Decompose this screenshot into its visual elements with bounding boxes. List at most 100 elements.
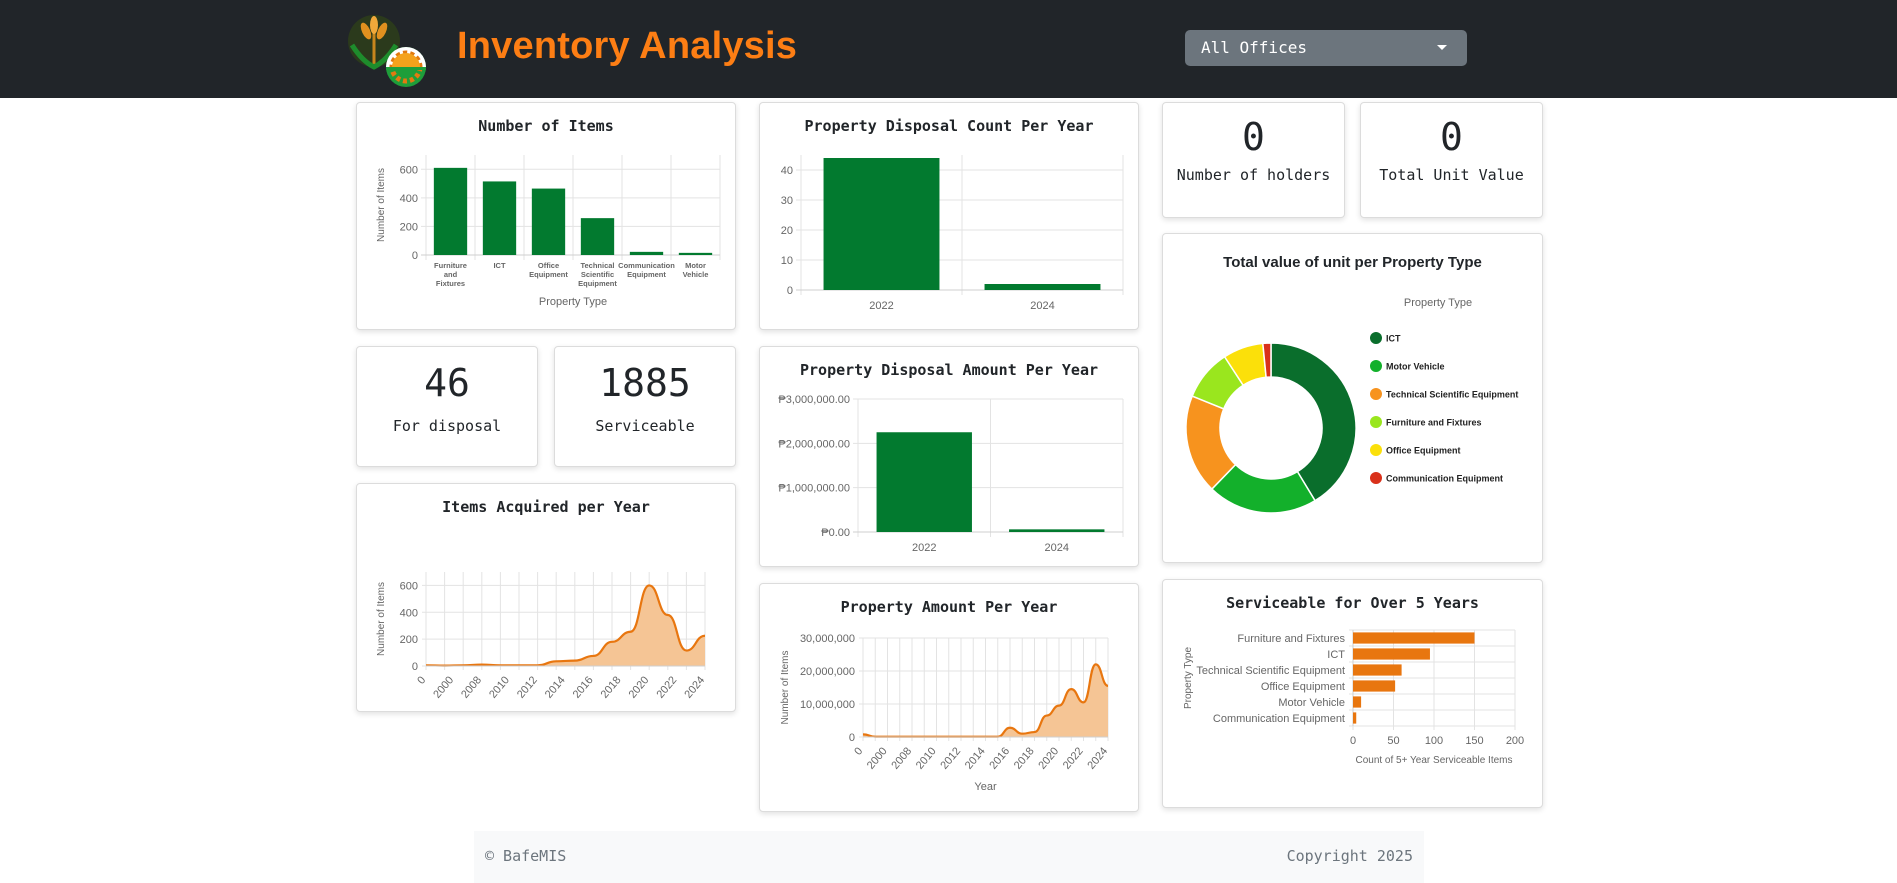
y-axis-label: Number of Items bbox=[376, 582, 387, 656]
y-axis-label: Number of Items bbox=[376, 168, 387, 242]
items-acquired-chart: 02004006000 2000 2008 2010 2012 2014 2016 2018 2… bbox=[376, 572, 707, 701]
page-title: Inventory Analysis bbox=[457, 25, 798, 67]
y-tick-label: Furniture and Fixtures bbox=[1237, 633, 1345, 645]
y-tick-label: ICT bbox=[1327, 649, 1345, 661]
x-tick-label: Motor bbox=[685, 261, 706, 270]
disposal-amount-card: Property Disposal Amount Per Year ₱0.00 ₱… bbox=[759, 346, 1139, 567]
x-tick-label: 2010 bbox=[487, 674, 512, 700]
number-of-items-title: Number of Items bbox=[478, 117, 614, 135]
for-disposal-label: For disposal bbox=[392, 417, 502, 435]
number-of-items-chart: 0200400600FurnitureandFixturesICT OfficeE… bbox=[376, 155, 721, 308]
for-disposal-value: 46 bbox=[424, 361, 470, 405]
legend-swatch bbox=[1370, 332, 1382, 344]
bar bbox=[580, 218, 615, 255]
y-axis-label: Property Type bbox=[1183, 647, 1194, 710]
x-tick-label: 2024 bbox=[1030, 300, 1054, 312]
x-tick-label: 2008 bbox=[459, 674, 484, 700]
caret-down-icon bbox=[1437, 45, 1447, 50]
x-tick-label: 2020 bbox=[627, 674, 652, 700]
x-tick-label: 2022 bbox=[1061, 745, 1086, 771]
x-tick-label: 2020 bbox=[1036, 745, 1061, 771]
x-tick-label: 2024 bbox=[1045, 542, 1069, 554]
x-tick-label: 2022 bbox=[912, 542, 936, 554]
total-unit-value: 0 bbox=[1440, 115, 1463, 159]
x-tick-label: 0 bbox=[415, 674, 428, 686]
unit-value-by-type-title: Total value of unit per Property Type bbox=[1223, 254, 1482, 271]
disposal-count-card: Property Disposal Count Per Year 0 10 20 30… bbox=[759, 102, 1139, 330]
x-tick-label: 2010 bbox=[914, 745, 939, 771]
holders-label: Number of holders bbox=[1176, 166, 1331, 184]
y-tick-label: ₱0.00 bbox=[821, 527, 850, 539]
x-tick-label: 2000 bbox=[431, 674, 456, 700]
bar bbox=[1353, 680, 1396, 692]
legend-label: Motor Vehicle bbox=[1386, 362, 1445, 372]
x-tick-label: 2000 bbox=[865, 745, 890, 771]
legend-title: Property Type bbox=[1404, 297, 1472, 309]
serviceable-5-years-card: Serviceable for Over 5 Years 0 50 100 150 20… bbox=[1162, 579, 1543, 808]
bar bbox=[1353, 696, 1362, 708]
bar bbox=[531, 188, 566, 255]
x-tick-label: 2014 bbox=[543, 674, 568, 700]
serviceable-5-years-chart: 0 50 100 150 200 Furniture and Fixtures ICT Tec… bbox=[1183, 629, 1524, 766]
disposal-amount-chart: ₱0.00 ₱1,000,000.00 ₱2,000,000.00 ₱3,000,00… bbox=[778, 394, 1124, 554]
x-tick-label: ICT bbox=[493, 261, 506, 270]
serviceable-5-years-title: Serviceable for Over 5 Years bbox=[1226, 594, 1479, 612]
y-tick-label: 40 bbox=[781, 165, 793, 177]
x-tick-label: 100 bbox=[1425, 735, 1443, 747]
number-of-items-card: Number of Items 0 200 400 600 Furniture and Fi… bbox=[356, 102, 736, 330]
items-acquired-title: Items Acquired per Year bbox=[442, 498, 650, 516]
y-tick-label: Technical Scientific Equipment bbox=[1196, 665, 1345, 677]
x-tick-label: 2016 bbox=[571, 674, 596, 700]
x-tick-label: Fixtures bbox=[436, 279, 465, 288]
serviceable-value: 1885 bbox=[599, 361, 691, 405]
y-tick-label: 30 bbox=[781, 195, 793, 207]
bar bbox=[823, 158, 940, 290]
serviceable-card: 1885 Serviceable bbox=[554, 346, 736, 467]
office-filter-select[interactable]: All Offices bbox=[1185, 30, 1467, 66]
y-tick-label: 10,000,000 bbox=[800, 699, 855, 711]
property-amount-card: Property Amount Per Year 0 10,000,000 20,0… bbox=[759, 583, 1139, 812]
legend-swatch bbox=[1370, 388, 1382, 400]
unit-value-by-type-chart: Property Type ICT Motor Vehicle Technical S… bbox=[1185, 297, 1518, 514]
y-tick-label: 200 bbox=[400, 221, 418, 233]
disposal-count-chart: 0 10 20 30 40 2022 2024 bbox=[781, 155, 1124, 312]
y-tick-label: 30,000,000 bbox=[800, 633, 855, 645]
navbar: Inventory Analysis All Offices bbox=[0, 0, 1897, 98]
holders-value: 0 bbox=[1242, 115, 1265, 159]
x-tick-label: Office bbox=[538, 261, 559, 270]
footer-copyright: Copyright 2025 bbox=[1286, 847, 1413, 865]
bar bbox=[1353, 648, 1430, 660]
x-tick-label: 2018 bbox=[599, 674, 624, 700]
x-tick-label: 2012 bbox=[938, 745, 963, 771]
footer-brand: © BafeMIS bbox=[485, 847, 567, 865]
bar bbox=[433, 167, 468, 255]
x-tick-label: 0 bbox=[1350, 735, 1356, 747]
x-tick-label: Vehicle bbox=[683, 270, 709, 279]
agency-logo bbox=[348, 15, 426, 87]
y-tick-label: 400 bbox=[400, 607, 418, 619]
y-tick-label: ₱2,000,000.00 bbox=[778, 438, 850, 450]
legend-label: Technical Scientific Equipment bbox=[1386, 390, 1518, 400]
x-tick-label: 2024 bbox=[682, 674, 707, 700]
x-axis-label: Property Type bbox=[539, 296, 607, 308]
disposal-count-title: Property Disposal Count Per Year bbox=[804, 117, 1094, 135]
disposal-amount-title: Property Disposal Amount Per Year bbox=[799, 361, 1098, 379]
property-amount-title: Property Amount Per Year bbox=[840, 598, 1058, 616]
y-tick-label: Office Equipment bbox=[1261, 681, 1345, 693]
x-tick-label: 2008 bbox=[889, 745, 914, 771]
x-tick-label: Equipment bbox=[627, 270, 666, 279]
bar bbox=[678, 252, 713, 255]
legend-swatch bbox=[1370, 444, 1382, 456]
y-tick-label: 600 bbox=[400, 164, 418, 176]
unit-value-by-type-card: Total value of unit per Property Type Pr… bbox=[1162, 233, 1543, 563]
x-tick-label: 2022 bbox=[654, 674, 679, 700]
property-amount-chart: 010,000,00020,000,00030,000,0000 2000 2008… bbox=[780, 633, 1110, 793]
x-tick-label: Furniture bbox=[434, 261, 467, 270]
legend-label: Communication Equipment bbox=[1386, 474, 1503, 484]
legend-swatch bbox=[1370, 360, 1382, 372]
x-tick-label: 2016 bbox=[987, 745, 1012, 771]
y-tick-label: ₱3,000,000.00 bbox=[778, 394, 850, 406]
office-filter-value: All Offices bbox=[1201, 38, 1307, 57]
bar bbox=[629, 251, 664, 255]
footer: © BafeMIS Copyright 2025 bbox=[474, 831, 1424, 883]
